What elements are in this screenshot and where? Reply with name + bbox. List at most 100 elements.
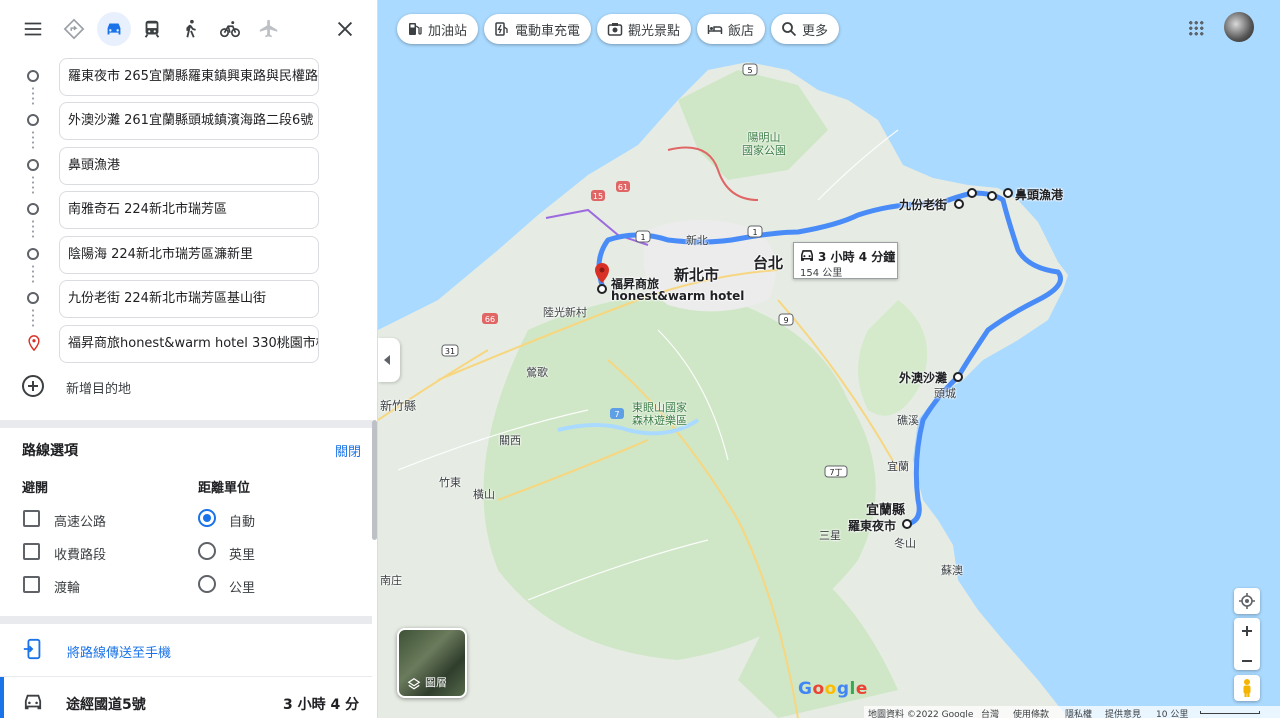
units-miles-label: 英里 <box>229 548 256 563</box>
chip-attractions[interactable]: 觀光景點 <box>597 14 692 44</box>
destination-pin-icon <box>28 335 40 351</box>
layers-icon <box>407 678 421 690</box>
chip-label: 觀光景點 <box>628 23 681 39</box>
account-avatar[interactable] <box>1224 12 1254 42</box>
place-sanxing: 三星 <box>819 529 841 542</box>
units-km-radio[interactable]: 公里 <box>198 575 348 596</box>
route-summary-row[interactable]: 途經國道5號 3 小時 4 分 <box>0 676 372 718</box>
stop-circle-icon <box>27 203 39 215</box>
route-box-distance: 154 公里 <box>800 268 843 279</box>
close-icon <box>337 21 353 37</box>
map-canvas[interactable]: 1 1 15 61 66 31 9 7 7丁 5 加油站 電動車充電 觀光景點 <box>378 0 1280 718</box>
street-view-pegman[interactable] <box>1234 675 1260 701</box>
route-options-title: 路線選項 <box>22 443 78 459</box>
chip-gas-stations[interactable]: 加油站 <box>397 14 479 44</box>
mode-transit-button[interactable] <box>135 12 169 46</box>
google-maps-app: 羅東夜市 265宜蘭縣羅東鎮興東路與民權路 外澳沙灘 261宜蘭縣頭城鎮濱海路二… <box>0 0 1280 718</box>
train-icon <box>144 20 160 38</box>
stop-row: 鼻頭漁港 <box>0 147 377 195</box>
map-attribution-bar: 地圖資料 ©2022 Google 台灣 使用條款 隱私權 提供意見 10 公里 <box>864 706 1280 718</box>
car-icon <box>107 23 121 35</box>
send-to-phone-icon <box>23 638 41 660</box>
checkbox-box <box>23 510 40 527</box>
zoom-out-icon[interactable] <box>1234 648 1260 674</box>
selected-route-indicator <box>0 677 4 718</box>
bike-icon <box>220 21 240 38</box>
radio-circle <box>198 575 216 593</box>
place-yangmingshan: 陽明山 國家公園 <box>742 131 786 157</box>
place-zhudong: 竹東 <box>439 476 461 489</box>
map-data-credit[interactable]: 地圖資料 ©2022 Google <box>868 707 973 718</box>
stop-input-1[interactable]: 羅東夜市 265宜蘭縣羅東鎮興東路與民權路 <box>59 58 319 96</box>
mode-best-button[interactable] <box>57 12 91 46</box>
feedback-link[interactable]: 提供意見 <box>1105 707 1141 718</box>
camera-icon <box>607 23 623 36</box>
units-auto-label: 自動 <box>229 515 256 530</box>
avoid-highways-label: 高速公路 <box>54 515 107 530</box>
terms-link[interactable]: 使用條款 <box>1013 707 1049 718</box>
place-waiao: 外澳沙灘 <box>899 371 948 385</box>
place-bitou: 鼻頭漁港 <box>1015 188 1064 202</box>
place-jiufen: 九份老街 <box>899 198 948 212</box>
place-taipei: 台北 <box>753 254 784 272</box>
stop-input-destination[interactable]: 福昇商旅honest&warm hotel 330桃園市桃 <box>59 325 319 363</box>
route-duration-callout[interactable]: 3 小時 4 分鐘 154 公里 <box>793 242 898 279</box>
collapse-panel-button[interactable] <box>378 338 400 382</box>
layers-toggle[interactable]: 圖層 <box>397 628 467 698</box>
avoid-ferries-checkbox[interactable]: 渡輪 <box>23 575 173 596</box>
mode-flight-button[interactable] <box>252 12 286 46</box>
svg-text:7: 7 <box>614 410 619 419</box>
place-xinbei: 新北 <box>686 234 708 247</box>
units-miles-radio[interactable]: 英里 <box>198 542 348 563</box>
my-location-button[interactable] <box>1234 588 1260 614</box>
place-dongyanshan: 東眼山國家 森林遊樂區 <box>632 401 687 427</box>
chip-ev-charging[interactable]: 電動車充電 <box>484 14 592 44</box>
stop-input-6[interactable]: 九份老街 224新北市瑞芳區基山街 <box>59 280 319 318</box>
directions-panel: 羅東夜市 265宜蘭縣羅東鎮興東路與民權路 外澳沙灘 261宜蘭縣頭城鎮濱海路二… <box>0 0 378 718</box>
add-destination-button[interactable]: 新增目的地 <box>22 375 322 399</box>
mode-driving-button[interactable] <box>97 12 131 46</box>
place-guanxi: 關西 <box>499 434 521 447</box>
walk-icon <box>186 19 196 38</box>
section-divider <box>0 420 372 428</box>
directions-icon <box>63 18 85 40</box>
google-apps-icon[interactable] <box>1188 20 1204 36</box>
stop-row: 福昇商旅honest&warm hotel 330桃園市桃 <box>0 325 377 363</box>
place-new-taipei: 新北市 <box>674 266 720 284</box>
close-directions-button[interactable] <box>328 12 362 46</box>
mode-cycling-button[interactable] <box>213 12 247 46</box>
stop-row: 外澳沙灘 261宜蘭縣頭城鎮濱海路二段6號 <box>0 102 377 150</box>
stop-input-3[interactable]: 鼻頭漁港 <box>59 147 319 185</box>
menu-button[interactable] <box>16 12 50 46</box>
place-hsinchu: 新竹縣 <box>380 399 417 413</box>
svg-text:7丁: 7丁 <box>829 468 842 477</box>
chip-label: 飯店 <box>728 23 755 39</box>
radio-circle <box>198 509 216 527</box>
avoid-tolls-checkbox[interactable]: 收費路段 <box>23 542 173 563</box>
panel-scrollbar[interactable] <box>372 420 377 540</box>
stop-input-4[interactable]: 南雅奇石 224新北市瑞芳區 <box>59 191 319 229</box>
scale-bar <box>1200 711 1260 714</box>
units-auto-radio[interactable]: 自動 <box>198 509 348 530</box>
stop-input-2[interactable]: 外澳沙灘 261宜蘭縣頭城鎮濱海路二段6號 <box>59 102 319 140</box>
svg-text:31: 31 <box>445 347 455 356</box>
checkbox-box <box>23 543 40 560</box>
pegman-icon <box>1243 679 1251 697</box>
send-to-phone-label: 將路線傳送至手機 <box>67 646 172 661</box>
route-options-close-button[interactable]: 關閉 <box>335 441 361 460</box>
stop-row: 羅東夜市 265宜蘭縣羅東鎮興東路與民權路 <box>0 58 377 106</box>
checkbox-box <box>23 576 40 593</box>
chip-more[interactable]: 更多 <box>771 14 840 44</box>
chip-hotels[interactable]: 飯店 <box>697 14 766 44</box>
scale-label[interactable]: 10 公里 <box>1156 707 1188 718</box>
place-luzhu: 陸光新村 <box>543 306 587 319</box>
zoom-in-icon[interactable] <box>1234 618 1260 644</box>
privacy-link[interactable]: 隱私權 <box>1065 707 1092 718</box>
chip-label: 加油站 <box>428 23 468 39</box>
mode-walking-button[interactable] <box>174 12 208 46</box>
avoid-highways-checkbox[interactable]: 高速公路 <box>23 509 173 530</box>
map-base: 1 1 15 61 66 31 9 7 7丁 5 <box>378 62 1068 718</box>
stop-input-5[interactable]: 陰陽海 224新北市瑞芳區濂新里 <box>59 236 319 274</box>
send-to-phone-button[interactable]: 將路線傳送至手機 <box>22 638 352 662</box>
stop-circle-icon <box>27 70 39 82</box>
